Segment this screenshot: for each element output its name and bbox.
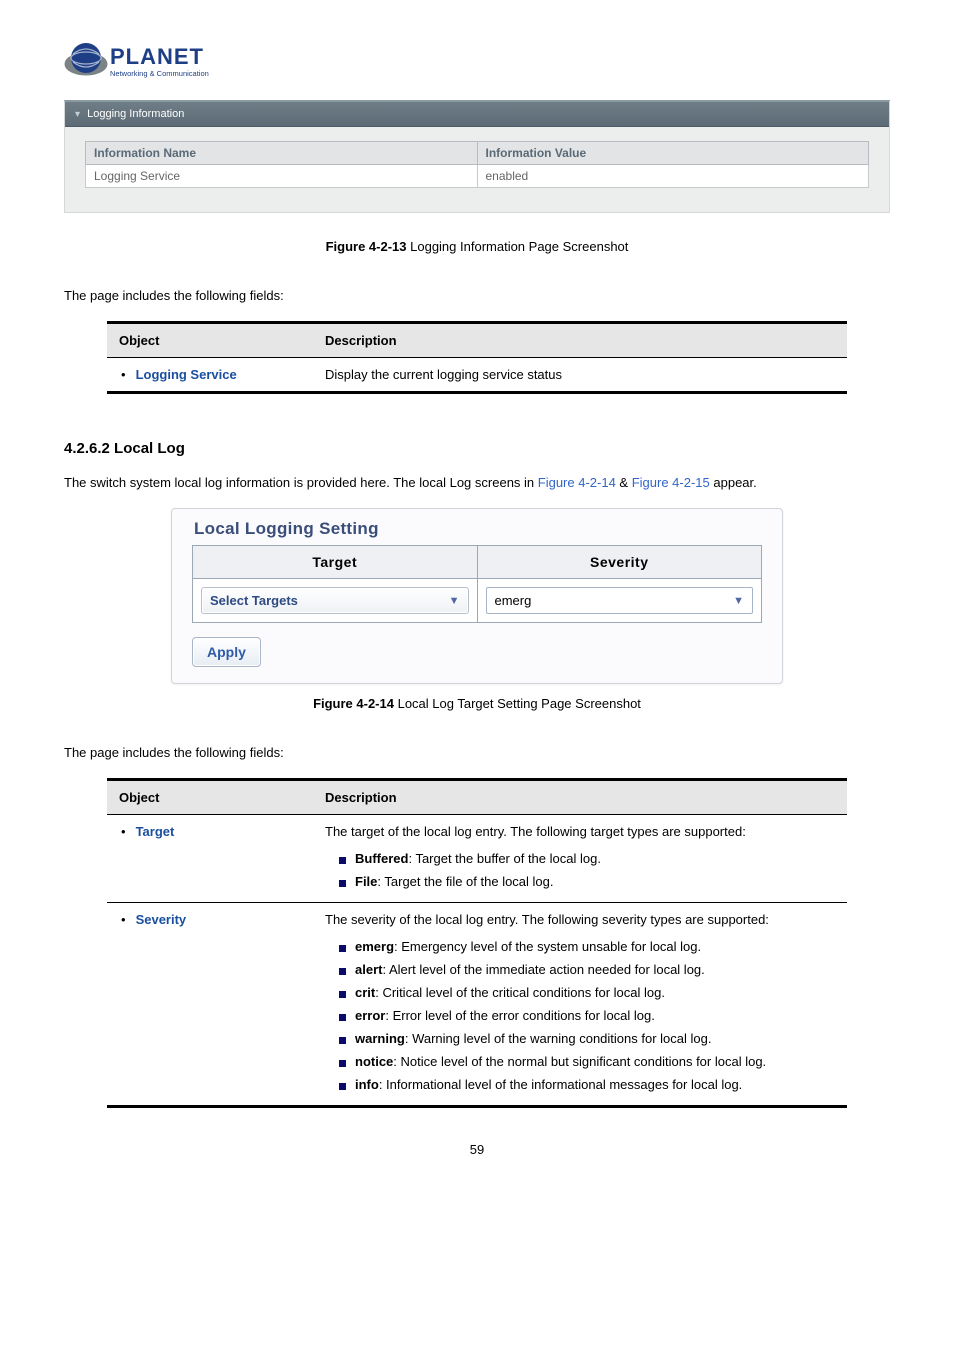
list-item: alert: Alert level of the immediate acti… — [325, 958, 835, 981]
term-rest: : Informational level of the information… — [379, 1077, 742, 1092]
list-item: notice: Notice level of the normal but s… — [325, 1050, 835, 1073]
term-rest: : Warning level of the warning condition… — [405, 1031, 712, 1046]
col-info-name: Information Name — [86, 142, 478, 165]
figure-link-4-2-14[interactable]: Figure 4-2-14 — [538, 475, 616, 490]
severity-items-list: emerg: Emergency level of the system uns… — [325, 935, 835, 1096]
list-item: info: Informational level of the informa… — [325, 1073, 835, 1096]
term-rest: : Critical level of the critical conditi… — [375, 985, 665, 1000]
list-item: Buffered: Target the buffer of the local… — [325, 847, 835, 870]
fields-intro-1: The page includes the following fields: — [64, 288, 890, 303]
panel-titlebar[interactable]: ▾ Logging Information — [65, 102, 889, 127]
col-description: Description — [313, 780, 847, 815]
object-name: Target — [136, 824, 175, 839]
term: error — [355, 1008, 385, 1023]
info-name-cell: Logging Service — [86, 165, 478, 188]
list-item: warning: Warning level of the warning co… — [325, 1027, 835, 1050]
table-row: • Target The target of the local log entr… — [107, 815, 847, 903]
table-row: • Severity The severity of the local log … — [107, 903, 847, 1107]
table-row: Logging Service enabled — [86, 165, 869, 188]
term: warning — [355, 1031, 405, 1046]
info-value-cell: enabled — [477, 165, 869, 188]
figure-link-4-2-15[interactable]: Figure 4-2-15 — [632, 475, 710, 490]
list-item: crit: Critical level of the critical con… — [325, 981, 835, 1004]
col-description: Description — [313, 323, 847, 358]
figure-caption-4-2-14: Figure 4-2-14 Local Log Target Setting P… — [64, 696, 890, 711]
target-select[interactable]: Select Targets ▼ — [201, 587, 469, 614]
brand-logo: PLANET Networking & Communication — [64, 36, 890, 86]
table-row: • Logging Service Display the current log… — [107, 358, 847, 393]
page-number: 59 — [64, 1142, 890, 1157]
section-heading: 4.2.6.2 Local Log — [64, 440, 890, 457]
chevron-down-icon: ▼ — [733, 595, 744, 607]
apply-button[interactable]: Apply — [192, 637, 261, 667]
target-lead: The target of the local log entry. The f… — [325, 824, 746, 839]
object-desc: Display the current logging service stat… — [313, 358, 847, 393]
list-item: error: Error level of the error conditio… — [325, 1004, 835, 1027]
fields-intro-2: The page includes the following fields: — [64, 745, 890, 760]
term: emerg — [355, 939, 394, 954]
object-name: Logging Service — [136, 367, 237, 382]
severity-select[interactable]: emerg ▼ — [486, 587, 754, 614]
term-rest: : Target the file of the local log. — [377, 874, 553, 889]
term: notice — [355, 1054, 393, 1069]
col-severity: Severity — [477, 546, 762, 579]
col-object: Object — [107, 780, 313, 815]
chevron-down-icon: ▼ — [449, 595, 460, 607]
bullet-icon: • — [121, 367, 126, 382]
col-object: Object — [107, 323, 313, 358]
term: File — [355, 874, 377, 889]
term: Buffered — [355, 851, 408, 866]
logging-info-panel: ▾ Logging Information Information Name I… — [64, 100, 890, 213]
logging-info-table: Information Name Information Value Loggi… — [85, 141, 869, 188]
local-log-intro: The switch system local log information … — [64, 475, 890, 490]
list-item: emerg: Emergency level of the system uns… — [325, 935, 835, 958]
term: crit — [355, 985, 375, 1000]
figure-caption-4-2-13: Figure 4-2-13 Logging Information Page S… — [64, 239, 890, 254]
ll-title: Local Logging Setting — [194, 519, 762, 539]
logo-word: PLANET — [110, 44, 204, 69]
local-logging-setting-box: Local Logging Setting Target Severity Se… — [171, 508, 783, 684]
object-table-1: Object Description • Logging Service Disp… — [107, 321, 847, 394]
severity-select-value: emerg — [495, 593, 532, 608]
collapse-icon: ▾ — [75, 109, 80, 120]
target-select-value: Select Targets — [210, 593, 298, 608]
term: info — [355, 1077, 379, 1092]
term-rest: : Alert level of the immediate action ne… — [382, 962, 704, 977]
col-info-value: Information Value — [477, 142, 869, 165]
panel-title: Logging Information — [87, 108, 184, 120]
term-rest: : Notice level of the normal but signifi… — [393, 1054, 766, 1069]
object-name: Severity — [136, 912, 187, 927]
object-table-2: Object Description • Target The target of… — [107, 778, 847, 1108]
logo-subtitle: Networking & Communication — [110, 69, 209, 78]
term-rest: : Emergency level of the system unsable … — [394, 939, 701, 954]
target-items-list: Buffered: Target the buffer of the local… — [325, 847, 835, 893]
bullet-icon: • — [121, 912, 126, 927]
local-logging-grid: Target Severity Select Targets ▼ emerg ▼ — [192, 545, 762, 623]
term-rest: : Error level of the error conditions fo… — [385, 1008, 655, 1023]
col-target: Target — [193, 546, 478, 579]
list-item: File: Target the file of the local log. — [325, 870, 835, 893]
term: alert — [355, 962, 382, 977]
severity-lead: The severity of the local log entry. The… — [325, 912, 769, 927]
bullet-icon: • — [121, 824, 126, 839]
term-rest: : Target the buffer of the local log. — [408, 851, 600, 866]
